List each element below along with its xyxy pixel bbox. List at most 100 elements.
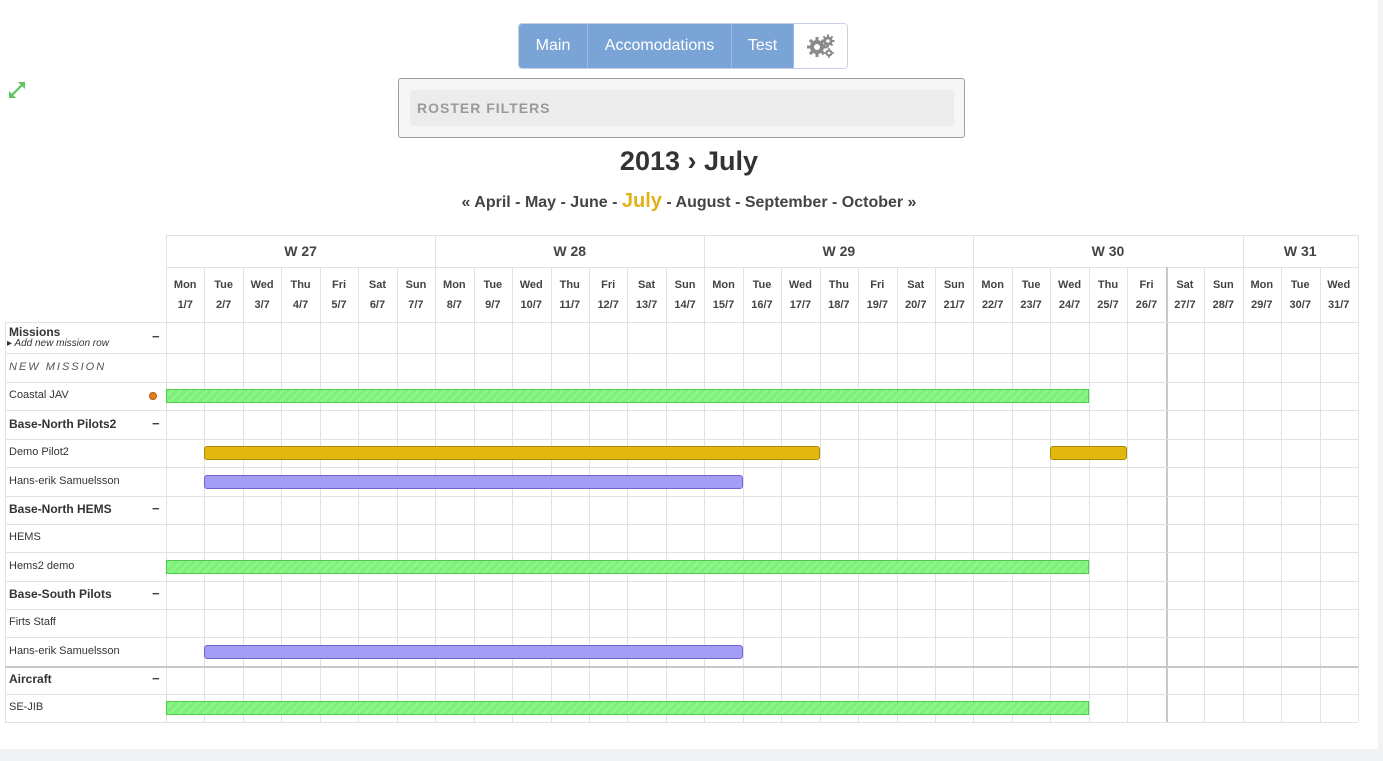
day-header: Fri 5/7 (320, 268, 358, 322)
booking-bar[interactable] (166, 559, 1089, 574)
day-date: 20/7 (905, 299, 927, 311)
day-name: Mon (173, 279, 197, 291)
grid-line (5, 410, 1358, 411)
grid-line (166, 267, 167, 722)
day-date: 5/7 (331, 299, 347, 311)
day-header: Thu 11/7 (551, 268, 589, 322)
day-date: 6/7 (369, 299, 386, 311)
grid-line (819, 267, 821, 722)
grid-line (781, 267, 783, 722)
day-header: Wed 17/7 (781, 268, 819, 322)
week-header: W 29 (822, 243, 856, 259)
day-date: 29/7 (1251, 299, 1273, 311)
day-name: Tue (1290, 279, 1310, 291)
day-name: Fri (331, 279, 347, 291)
collapse-toggle[interactable]: − (152, 501, 160, 516)
grid-line (935, 267, 936, 722)
day-header: Sun 7/7 (397, 268, 435, 322)
day-name: Fri (601, 279, 616, 291)
grid-line (704, 235, 706, 267)
day-date: 26/7 (1135, 299, 1158, 311)
booking-bar[interactable] (204, 644, 743, 659)
grid-line (1204, 267, 1206, 722)
resource-label: SE-JIB (9, 701, 44, 713)
collapse-toggle[interactable]: − (152, 416, 160, 431)
day-date: 24/7 (1058, 299, 1081, 311)
status-dot-icon (149, 392, 157, 400)
day-name: Mon (712, 279, 735, 291)
day-date: 18/7 (828, 299, 850, 311)
day-header: Fri 12/7 (589, 268, 627, 322)
day-date: 31/7 (1328, 299, 1350, 311)
day-name: Sun (943, 279, 965, 291)
grid-line (5, 581, 1358, 582)
day-name: Wed (519, 279, 543, 291)
grid-line (1011, 267, 1013, 722)
booking-bar[interactable] (204, 446, 820, 460)
week-header: W 27 (284, 243, 317, 259)
day-date: 22/7 (981, 299, 1004, 311)
collapse-toggle[interactable]: − (152, 586, 160, 601)
collapse-toggle[interactable]: − (152, 329, 160, 344)
grid-line (1358, 267, 1359, 722)
collapse-toggle[interactable]: − (152, 671, 160, 686)
day-header: Wed 3/7 (243, 268, 281, 322)
booking-bar[interactable] (166, 701, 1089, 715)
grid-line (973, 267, 975, 722)
booking-bar[interactable] (204, 474, 743, 489)
day-date: 30/7 (1289, 299, 1311, 311)
day-name: Wed (788, 279, 812, 291)
day-name: Thu (828, 279, 849, 291)
day-header: Sat 13/7 (627, 268, 665, 322)
grid-line (1165, 267, 1168, 722)
grid-line (1358, 235, 1359, 267)
grid-line (5, 609, 1358, 610)
day-date: 11/7 (559, 299, 581, 311)
day-name: Sun (674, 279, 696, 291)
day-name: Wed (1327, 279, 1351, 291)
day-name: Tue (483, 279, 503, 291)
resource-label: HEMS (9, 531, 41, 543)
new-mission-label[interactable]: NEW MISSION (9, 361, 106, 373)
grid-line (5, 666, 1358, 668)
day-date: 1/7 (177, 299, 193, 311)
day-header: Sun 28/7 (1204, 268, 1242, 322)
group-label: Base-North Pilots2 (9, 416, 117, 431)
day-header: Tue 23/7 (1012, 268, 1050, 322)
day-header: Mon 1/7 (166, 268, 204, 322)
day-name: Fri (870, 279, 885, 291)
day-name: Mon (443, 279, 466, 291)
resource-label: Hans-erik Samuelsson (9, 644, 120, 657)
grid-line (1281, 267, 1283, 722)
grid-line (1242, 267, 1244, 722)
day-header: Sun 21/7 (935, 268, 973, 322)
add-mission-row-link[interactable]: ▸ Add new mission row (7, 338, 109, 349)
day-date: 2/7 (216, 299, 232, 311)
day-name: Wed (250, 279, 274, 291)
day-date: 4/7 (292, 299, 309, 311)
booking-bar[interactable] (166, 389, 1089, 403)
group-label: Aircraft (9, 672, 52, 686)
day-date: 25/7 (1097, 299, 1119, 311)
day-header: Wed 31/7 (1320, 268, 1358, 322)
day-name: Thu (559, 279, 580, 291)
day-header: Thu 18/7 (820, 268, 858, 322)
booking-bar[interactable] (1050, 446, 1128, 460)
day-date: 17/7 (789, 299, 812, 311)
day-name: Fri (1139, 279, 1154, 291)
grid-line (5, 496, 1358, 497)
grid-line (5, 552, 1358, 553)
grid-line (5, 524, 1358, 525)
grid-line (5, 637, 1358, 638)
day-header: Tue 9/7 (474, 268, 512, 322)
day-name: Mon (1250, 279, 1274, 291)
day-name: Tue (1021, 279, 1041, 291)
day-date: 28/7 (1212, 299, 1235, 311)
day-header: Sat 6/7 (358, 268, 396, 322)
group-label: Base-South Pilots (9, 587, 112, 601)
resource-label: Demo Pilot2 (9, 446, 69, 458)
day-header: Mon 8/7 (435, 268, 473, 322)
day-name: Sat (638, 279, 656, 291)
resource-label: Hans-erik Samuelsson (9, 474, 120, 487)
grid-line (896, 267, 898, 722)
